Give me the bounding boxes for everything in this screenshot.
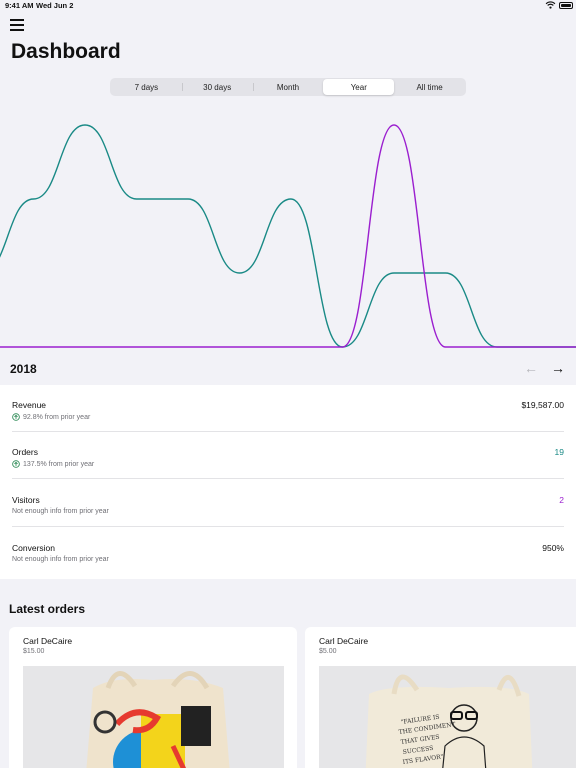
tab-7-days[interactable]: 7 days	[111, 79, 182, 95]
period-segmented-control: 7 days 30 days Month Year All time	[110, 78, 466, 96]
order-price: $15.00	[23, 648, 45, 655]
stat-row-orders[interactable]: Orders 137.5% from prior year 19	[12, 432, 564, 479]
chart-series-line-1	[0, 124, 576, 348]
stat-change: 92.8% from prior year	[12, 413, 90, 421]
order-card[interactable]: Carl DeCaire $15.00	[9, 627, 297, 768]
tab-year[interactable]: Year	[323, 79, 395, 95]
order-customer: Carl DeCaire	[319, 636, 369, 646]
tote-bag-image: "FAILURE IS THE CONDIMENT THAT GIVES SUC…	[319, 666, 576, 768]
order-product-image: "FAILURE IS THE CONDIMENT THAT GIVES SUC…	[319, 666, 576, 768]
stat-name: Visitors	[12, 495, 40, 505]
stat-row-revenue[interactable]: Revenue 92.8% from prior year $19,587.00	[12, 385, 564, 432]
wifi-icon	[545, 1, 556, 9]
stat-change-text: Not enough info from prior year	[12, 556, 109, 563]
page-title: Dashboard	[11, 40, 121, 63]
stats-card: Revenue 92.8% from prior year $19,587.00…	[0, 385, 576, 579]
stat-change-text: 137.5% from prior year	[23, 460, 95, 468]
stat-name: Revenue	[12, 400, 47, 410]
battery-icon	[559, 2, 573, 9]
order-card[interactable]: Carl DeCaire $5.00 "FAILURE IS THE CONDI…	[305, 627, 576, 768]
order-product-image	[23, 666, 284, 768]
trend-up-icon	[12, 413, 20, 421]
status-time: 9:41 AM	[5, 1, 34, 10]
stat-name: Conversion	[12, 543, 55, 553]
stat-row-conversion[interactable]: Conversion Not enough info from prior ye…	[12, 528, 564, 575]
menu-icon[interactable]	[10, 19, 24, 31]
stat-row-visitors[interactable]: Visitors Not enough info from prior year…	[12, 480, 564, 527]
status-date: Wed Jun 2	[36, 1, 74, 10]
stat-value: 19	[554, 447, 564, 457]
order-price: $5.00	[319, 648, 337, 655]
stats-line-chart	[0, 124, 576, 348]
stat-value: 950%	[542, 543, 564, 553]
chart-series-line-0	[0, 124, 576, 348]
stat-value: 2	[559, 495, 564, 505]
arrow-right-icon[interactable]: →	[551, 360, 565, 376]
stat-value: $19,587.00	[521, 400, 564, 410]
tab-all-time[interactable]: All time	[394, 79, 465, 95]
tab-30-days[interactable]: 30 days	[181, 79, 253, 95]
tote-bag-image	[23, 666, 284, 768]
status-bar: 9:41 AM Wed Jun 2	[0, 0, 576, 12]
stat-change-text: 92.8% from prior year	[23, 413, 91, 421]
arrow-left-icon[interactable]: ←	[524, 360, 538, 376]
stat-change-text: Not enough info from prior year	[12, 508, 109, 515]
stat-name: Orders	[12, 447, 38, 457]
stat-change: 137.5% from prior year	[12, 460, 94, 468]
period-year-label: 2018	[10, 362, 37, 376]
latest-orders-title: Latest orders	[9, 602, 86, 616]
order-customer: Carl DeCaire	[23, 636, 73, 646]
tab-month[interactable]: Month	[252, 79, 324, 95]
trend-up-icon	[12, 460, 20, 468]
